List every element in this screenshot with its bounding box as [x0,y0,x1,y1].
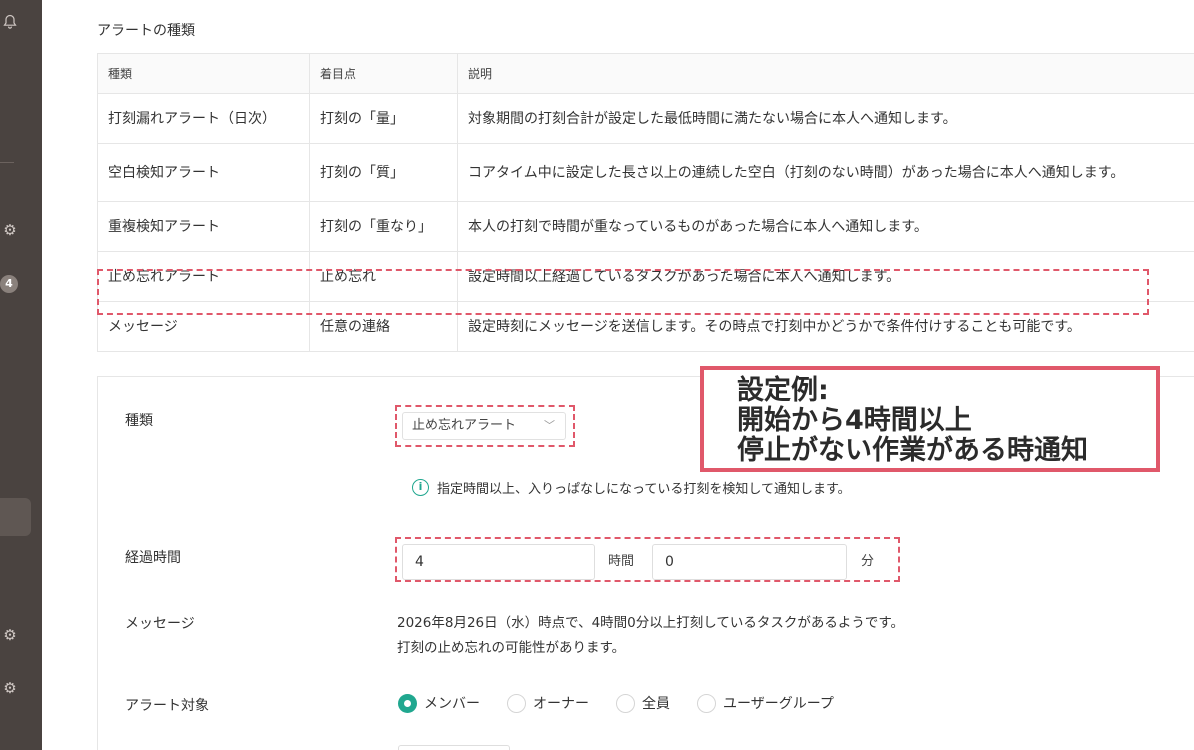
callout-line: 開始から4時間以上 [737,405,972,436]
next-field-input[interactable] [398,745,510,750]
radio-label: ユーザーグループ [723,696,834,712]
radio-unchecked-icon[interactable] [697,693,716,713]
sidebar-active-item[interactable] [0,498,31,536]
minutes-unit: 分 [861,554,875,569]
highlight-box-type: 止め忘れアラート ﹀ [395,405,575,447]
cell-type: 止め忘れアラート [97,251,310,302]
info-text: 指定時間以上、入りっぱなしになっている打刻を検知して通知します。 [437,482,851,497]
radio-label: メンバー [424,696,480,712]
alert-types-table: 種類 着目点 説明 打刻漏れアラート（日次） 打刻の「量」 対象期間の打刻合計が… [97,53,1194,352]
message-preview: 2026年8月26日（水）時点で、4時間0分以上打刻しているタスクがあるようです… [397,611,904,661]
radio-unchecked-icon[interactable] [616,693,635,713]
cell-focus: 打刻の「量」 [309,93,458,144]
notification-badge: 4 [0,275,18,293]
cell-focus: 止め忘れ [309,251,458,302]
table-row: 止め忘れアラート 止め忘れ 設定時間以上経過しているタスクがあった場合に本人へ通… [97,251,1194,302]
radio-option-all[interactable]: 全員 [616,693,670,713]
hours-unit: 時間 [608,554,635,569]
table-row: 打刻漏れアラート（日次） 打刻の「量」 対象期間の打刻合計が設定した最低時間に満… [97,93,1194,144]
radio-option-owner[interactable]: オーナー [507,693,589,713]
radio-option-user-group[interactable]: ユーザーグループ [697,693,834,713]
info-message: i 指定時間以上、入りっぱなしになっている打刻を検知して通知します。 [412,478,851,497]
header-type: 種類 [97,53,310,94]
hours-input[interactable]: 4 [402,544,595,580]
bell-icon[interactable] [0,14,20,34]
gear-icon[interactable]: ⚙ [0,678,20,698]
type-label: 種類 [125,413,153,429]
gear-icon[interactable]: ⚙ [0,220,20,240]
cell-description: コアタイム中に設定した長さ以上の連続した空白（打刻のない時間）があった場合に本人… [457,143,1194,202]
alert-type-select-value: 止め忘れアラート [412,418,517,433]
elapsed-time-label: 経過時間 [125,550,181,566]
highlight-box-time: 4 時間 0 分 [395,537,900,582]
minutes-input[interactable]: 0 [652,544,847,580]
header-description: 説明 [457,53,1194,94]
message-label: メッセージ [125,616,195,632]
table-row: 空白検知アラート 打刻の「質」 コアタイム中に設定した長さ以上の連続した空白（打… [97,143,1194,202]
cell-focus: 打刻の「質」 [309,143,458,202]
message-line: 2026年8月26日（水）時点で、4時間0分以上打刻しているタスクがあるようです… [397,615,905,631]
cell-description: 設定時刻にメッセージを送信します。その時点で打刻中かどうかで条件付けすることも可… [457,301,1194,352]
cell-type: 打刻漏れアラート（日次） [97,93,310,144]
header-focus: 着目点 [309,53,458,94]
cell-type: メッセージ [97,301,310,352]
section-title: アラートの種類 [97,23,195,39]
radio-unchecked-icon[interactable] [507,693,526,713]
alert-target-radio-group: メンバー オーナー 全員 ユーザーグループ [398,693,861,713]
cell-description: 設定時間以上経過しているタスクがあった場合に本人へ通知します。 [457,251,1194,302]
message-line: 打刻の止め忘れの可能性があります。 [397,640,626,656]
radio-option-member[interactable]: メンバー [398,693,480,713]
cell-description: 本人の打刻で時間が重なっているものがあった場合に本人へ通知します。 [457,201,1194,252]
chevron-down-icon: ﹀ [544,419,555,432]
info-icon: i [412,479,429,496]
gear-icon[interactable]: ⚙ [0,625,20,645]
radio-checked-icon[interactable] [398,693,417,713]
sidebar: ⚙ 4 ⚙ ⚙ [0,0,42,750]
radio-label: 全員 [642,696,670,712]
cell-focus: 打刻の「重なり」 [309,201,458,252]
cell-focus: 任意の連絡 [309,301,458,352]
table-header-row: 種類 着目点 説明 [97,53,1194,94]
bell-icon-svg [3,14,17,29]
cell-type: 重複検知アラート [97,201,310,252]
cell-description: 対象期間の打刻合計が設定した最低時間に満たない場合に本人へ通知します。 [457,93,1194,144]
callout-line: 設定例: [737,375,829,406]
sidebar-divider [0,162,14,163]
table-row: メッセージ 任意の連絡 設定時刻にメッセージを送信します。その時点で打刻中かどう… [97,301,1194,352]
alert-target-label: アラート対象 [125,698,209,714]
example-callout: 設定例: 開始から4時間以上 停止がない作業がある時通知 [700,366,1160,472]
callout-line: 停止がない作業がある時通知 [737,435,1088,466]
cell-type: 空白検知アラート [97,143,310,202]
radio-label: オーナー [533,696,589,712]
table-row: 重複検知アラート 打刻の「重なり」 本人の打刻で時間が重なっているものがあった場… [97,201,1194,252]
alert-type-select[interactable]: 止め忘れアラート ﹀ [402,412,566,440]
